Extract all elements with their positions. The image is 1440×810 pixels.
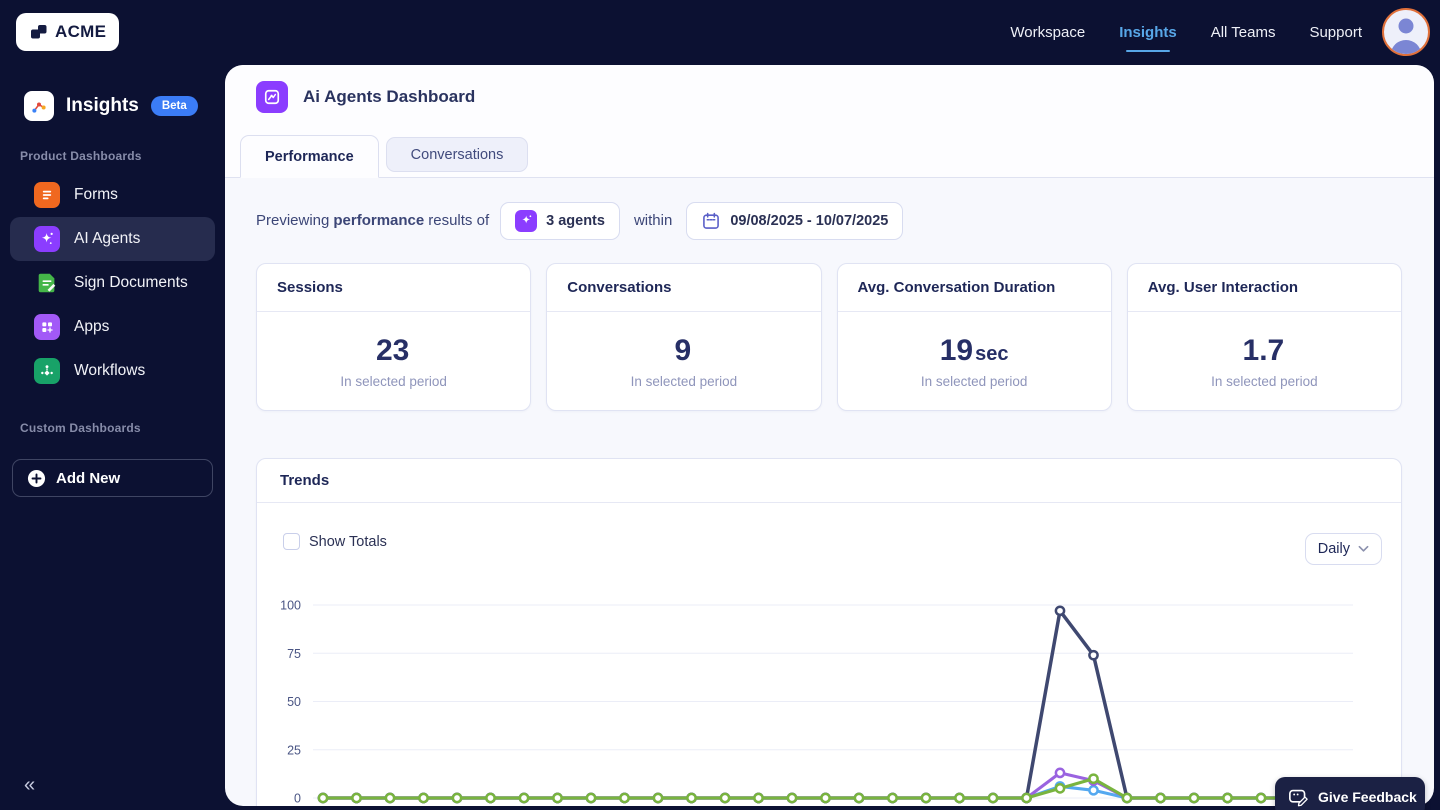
svg-text:50: 50 — [287, 695, 301, 709]
forms-icon — [34, 182, 60, 208]
feedback-icon — [1289, 789, 1308, 806]
filter-text: Previewing performance results of — [256, 212, 490, 229]
sidebar-item-label: Apps — [74, 318, 110, 335]
trends-title: Trends — [257, 459, 1401, 503]
stat-subtitle: In selected period — [340, 374, 447, 389]
plus-circle-icon — [27, 469, 46, 487]
within-label: within — [633, 212, 673, 229]
nav-link-support[interactable]: Support — [1309, 24, 1362, 41]
sidebar-item-apps[interactable]: Apps — [10, 305, 215, 349]
sidebar-item-label: Sign Documents — [74, 274, 188, 291]
stat-title: Avg. User Interaction — [1127, 264, 1401, 312]
main-content: Ai Agents Dashboard Performance Conversa… — [225, 65, 1434, 806]
svg-text:75: 75 — [287, 647, 301, 661]
sidebar-item-ai-agents[interactable]: AI Agents — [10, 217, 215, 261]
beta-badge: Beta — [150, 96, 198, 116]
tab-bar: Performance Conversations — [240, 135, 529, 178]
chevron-down-icon — [1358, 545, 1369, 552]
stat-card-avg-duration: Avg. Conversation Duration 19 sec In sele… — [836, 263, 1112, 411]
date-range-button[interactable]: 09/08/2025 - 10/07/2025 — [686, 201, 904, 240]
product-dashboards-label: Product Dashboards — [20, 149, 142, 163]
stat-value: 19 sec — [939, 334, 1009, 367]
sidebar-app-title: Insights — [66, 95, 139, 116]
tab-conversations[interactable]: Conversations — [385, 137, 529, 172]
stat-subtitle: In selected period — [920, 374, 1028, 389]
agents-sparkle-icon — [515, 209, 538, 232]
user-avatar[interactable] — [1382, 8, 1430, 56]
stat-card-avg-interaction: Avg. User Interaction 1.7 In selected pe… — [1126, 263, 1402, 411]
svg-text:100: 100 — [280, 599, 301, 613]
agents-button-label: 3 agents — [546, 212, 605, 229]
custom-dashboards-label: Custom Dashboards — [20, 421, 141, 435]
acme-logo[interactable]: ACME — [16, 13, 120, 51]
person-icon — [1391, 18, 1421, 54]
sidebar-item-sign-documents[interactable]: Sign Documents — [10, 261, 215, 305]
stat-card-conversations: Conversations 9 In selected period — [546, 263, 822, 411]
feedback-label: Give Feedback — [1318, 789, 1417, 805]
filter-row: Previewing performance results of 3 agents… — [256, 178, 904, 263]
agents-selector-button[interactable]: 3 agents — [500, 201, 620, 240]
stat-value: 23 — [375, 334, 410, 367]
dashboard-icon — [256, 81, 288, 113]
stat-value: 1.7 — [1242, 334, 1285, 367]
show-totals-label: Show Totals — [309, 533, 387, 550]
top-nav: Workspace Insights All Teams Support — [1010, 0, 1362, 65]
tab-performance[interactable]: Performance — [240, 135, 379, 178]
stat-subtitle: In selected period — [630, 374, 738, 389]
acme-logo-icon — [31, 25, 47, 39]
stat-card-sessions: Sessions 23 In selected period — [256, 263, 532, 411]
interval-label: Daily — [1317, 541, 1350, 557]
interval-select[interactable]: Daily — [1304, 533, 1382, 565]
workflows-icon — [34, 358, 60, 384]
sidebar-item-workflows[interactable]: Workflows — [10, 349, 215, 393]
ai-agents-icon — [34, 226, 60, 252]
dashboard-header: Ai Agents Dashboard Performance Conversa… — [225, 65, 1434, 178]
sidebar: Insights Beta Product Dashboards Forms A… — [0, 65, 225, 810]
apps-icon — [34, 314, 60, 340]
stats-row: Sessions 23 In selected period Conversat… — [256, 263, 1402, 411]
sidebar-item-label: Workflows — [74, 362, 146, 379]
sidebar-item-forms[interactable]: Forms — [10, 173, 215, 217]
insights-app-icon — [24, 91, 54, 121]
show-totals-checkbox[interactable] — [283, 533, 300, 550]
trends-chart: 0 25 50 75 100 — [280, 599, 1353, 806]
date-range-label: 09/08/2025 - 10/07/2025 — [730, 212, 889, 229]
stat-title: Sessions — [257, 264, 531, 312]
calendar-icon — [703, 212, 720, 229]
nav-link-insights[interactable]: Insights — [1119, 24, 1177, 41]
sidebar-item-label: AI Agents — [74, 230, 141, 247]
stat-value: 9 — [674, 334, 692, 367]
svg-text:0: 0 — [294, 792, 301, 806]
sidebar-item-label: Forms — [74, 186, 118, 203]
give-feedback-button[interactable]: Give Feedback — [1275, 777, 1425, 810]
stat-subtitle: In selected period — [1211, 374, 1318, 389]
page-title: Ai Agents Dashboard — [303, 87, 476, 106]
nav-link-all-teams[interactable]: All Teams — [1211, 24, 1276, 41]
acme-logo-text: ACME — [55, 22, 107, 41]
svg-text:25: 25 — [287, 743, 301, 757]
add-new-label: Add New — [56, 469, 121, 487]
show-totals-toggle[interactable]: Show Totals — [283, 533, 387, 550]
sidebar-app-header: Insights Beta — [0, 65, 225, 121]
trends-card: Trends Show Totals Daily 0 25 50 75 100 — [256, 458, 1402, 806]
add-new-button[interactable]: Add New — [12, 459, 213, 497]
screen: ACME Workspace Insights All Teams Suppor… — [0, 0, 1440, 810]
sign-documents-icon — [34, 270, 60, 296]
stat-title: Avg. Conversation Duration — [837, 264, 1111, 312]
sidebar-collapse-icon[interactable]: « — [24, 775, 35, 795]
stat-title: Conversations — [547, 264, 821, 312]
nav-link-workspace[interactable]: Workspace — [1010, 24, 1085, 41]
